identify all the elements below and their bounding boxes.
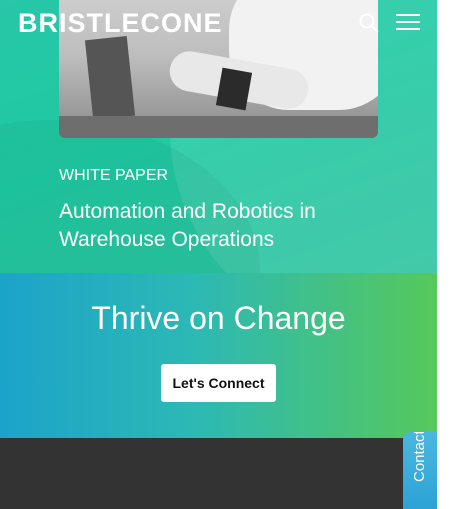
footer xyxy=(0,438,437,509)
brand-logo[interactable]: BRISTLECONE xyxy=(18,8,223,39)
robot-gripper-joint xyxy=(215,67,253,111)
lets-connect-button[interactable]: Let's Connect xyxy=(161,364,276,402)
content-type-label: WHITE PAPER xyxy=(59,167,169,184)
hero-section: BRISTLECONE WHITE PAPER Automation and R… xyxy=(0,0,437,273)
search-icon[interactable] xyxy=(358,12,380,34)
menu-line xyxy=(396,21,420,23)
robot-arm-post xyxy=(84,36,136,120)
menu-line xyxy=(396,28,420,30)
search-icon-graphic xyxy=(359,13,379,33)
contact-us-label: Contact Us xyxy=(411,432,428,482)
cta-section xyxy=(0,273,437,438)
contact-us-tab[interactable]: Contact Us xyxy=(403,432,437,509)
cta-title: Thrive on Change xyxy=(91,300,346,336)
hero-title-link[interactable]: Automation and Robotics in Warehouse Ope… xyxy=(59,198,399,254)
image-floor xyxy=(59,116,378,138)
menu-line xyxy=(396,14,420,16)
hamburger-menu-icon[interactable] xyxy=(396,14,420,34)
